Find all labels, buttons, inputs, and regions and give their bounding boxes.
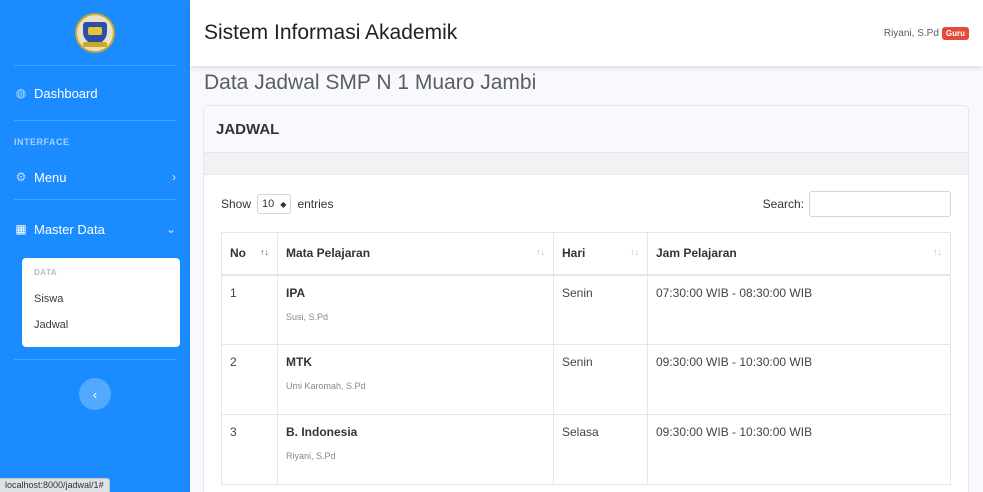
cell-time: 07:30:00 WIB - 08:30:00 WIB [647, 274, 951, 345]
chevron-right-icon: › [172, 170, 176, 184]
gear-icon: ⚙ [15, 170, 27, 184]
column-header-no[interactable]: No ↑↓ [221, 232, 278, 276]
search-label: Search: [762, 197, 804, 211]
table-icon: ▦ [15, 222, 27, 236]
column-header-hari[interactable]: Hari ↑↓ [553, 232, 648, 276]
sidebar-item-label: Menu [34, 169, 67, 185]
main-content: Data Jadwal SMP N 1 Muaro Jambi JADWAL S… [190, 66, 983, 492]
select-arrows-icon: ◆ [280, 199, 287, 209]
sidebar-item-label: Dashboard [34, 85, 98, 101]
sidebar-item-dashboard[interactable]: ◍ Dashboard [0, 66, 190, 120]
cell-day: Selasa [553, 414, 648, 485]
cell-no: 3 [221, 414, 278, 485]
sort-icon: ↑↓ [933, 247, 942, 257]
sidebar-item-label: Master Data [34, 221, 105, 237]
table-row: 1 IPA Susi, S.Pd Senin 07:30:00 WIB - 08… [221, 274, 951, 345]
table-row: 2 MTK Umi Karomah, S.Pd Senin 09:30:00 W… [221, 344, 951, 415]
app-title: Sistem Informasi Akademik [204, 21, 458, 44]
browser-status-bar: localhost:8000/jadwal/1# [0, 478, 110, 492]
cell-no: 2 [221, 344, 278, 415]
sort-icon: ↑↓ [260, 247, 269, 257]
sidebar-toggle-button[interactable]: ‹ [79, 378, 111, 410]
subject-name: IPA [286, 285, 306, 300]
cell-time: 09:30:00 WIB - 10:30:00 WIB [647, 344, 951, 415]
search-wrap: Search: [763, 191, 951, 217]
submenu-item-jadwal[interactable]: Jadwal [22, 313, 180, 339]
show-label: Show [221, 197, 252, 211]
page-title: Data Jadwal SMP N 1 Muaro Jambi [204, 71, 537, 94]
cell-day: Senin [553, 344, 648, 415]
sort-icon: ↑↓ [536, 247, 545, 257]
subject-name: MTK [286, 355, 312, 369]
subject-name: B. Indonesia [286, 425, 358, 439]
teacher-name: Riyani, S.Pd [286, 451, 336, 461]
master-data-submenu: DATA Siswa Jadwal [22, 258, 180, 347]
role-badge: Guru [941, 26, 969, 40]
chevron-down-icon: ⌄ [165, 222, 176, 236]
user-name: Riyani, S.Pd [883, 27, 939, 39]
cell-subject: B. Indonesia Riyani, S.Pd [277, 414, 554, 485]
entries-length-value: 10 [262, 198, 275, 210]
entries-length-select[interactable]: 10 ◆ [257, 194, 292, 214]
jadwal-card: JADWAL Show 10 ◆ entries Search: No ↑↓ M… [203, 105, 969, 492]
sidebar-divider [14, 199, 176, 200]
sidebar-divider [14, 359, 176, 360]
cell-day: Senin [553, 274, 648, 345]
sidebar: ◍ Dashboard INTERFACE ⚙ Menu › ▦ Master … [0, 0, 190, 492]
sidebar-heading-interface: INTERFACE [14, 137, 70, 147]
cell-subject: IPA Susi, S.Pd [277, 274, 554, 345]
entries-label: entries [297, 197, 334, 211]
school-logo[interactable] [75, 12, 115, 53]
submenu-heading: DATA [34, 268, 58, 277]
table-controls: Show 10 ◆ entries Search: [221, 191, 951, 217]
table-row: 3 B. Indonesia Riyani, S.Pd Selasa 09:30… [221, 414, 951, 485]
chevron-left-icon: ‹ [92, 386, 98, 402]
column-header-mata-pelajaran[interactable]: Mata Pelajaran ↑↓ [277, 232, 554, 276]
topbar: Sistem Informasi Akademik Riyani, S.Pd G… [190, 0, 983, 66]
cell-subject: MTK Umi Karomah, S.Pd [277, 344, 554, 415]
card-body: Show 10 ◆ entries Search: No ↑↓ Mata Pel… [204, 175, 968, 485]
sidebar-brand[interactable] [14, 0, 176, 66]
column-header-jam-pelajaran[interactable]: Jam Pelajaran ↑↓ [647, 232, 951, 276]
card-header: JADWAL [204, 106, 968, 153]
sidebar-item-master-data[interactable]: ▦ Master Data ⌄ [0, 204, 190, 254]
cell-no: 1 [221, 274, 278, 345]
search-input[interactable] [809, 191, 951, 217]
table-header-row: No ↑↓ Mata Pelajaran ↑↓ Hari ↑↓ Jam Pela… [221, 232, 951, 276]
teacher-name: Umi Karomah, S.Pd [286, 381, 366, 391]
user-dropdown[interactable]: Riyani, S.Pd Guru [883, 26, 969, 40]
teacher-name: Susi, S.Pd [286, 311, 329, 322]
sidebar-item-menu[interactable]: ⚙ Menu › [0, 155, 190, 199]
submenu-item-siswa[interactable]: Siswa [22, 287, 180, 313]
cell-time: 09:30:00 WIB - 10:30:00 WIB [647, 414, 951, 485]
dashboard-icon: ◍ [15, 86, 27, 100]
card-toolbar [204, 153, 968, 175]
jadwal-table: No ↑↓ Mata Pelajaran ↑↓ Hari ↑↓ Jam Pela… [221, 232, 951, 485]
sort-icon: ↑↓ [630, 247, 639, 257]
